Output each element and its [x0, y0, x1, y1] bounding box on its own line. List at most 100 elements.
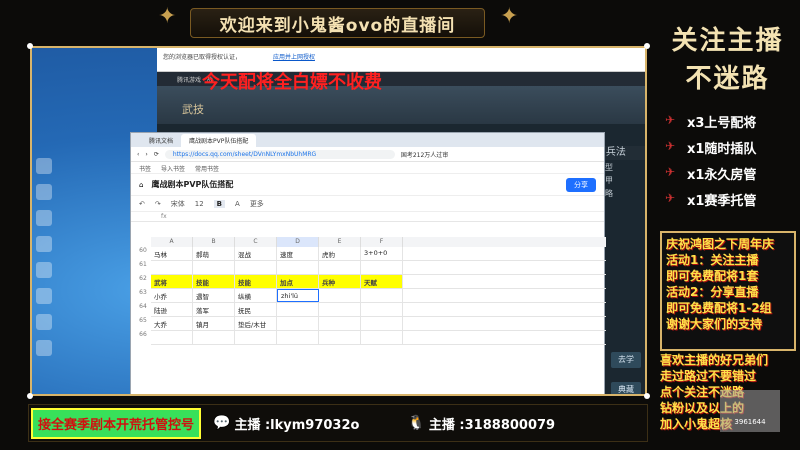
table-cell[interactable]: 大乔: [151, 317, 193, 330]
table-cell[interactable]: [277, 331, 319, 344]
table-cell[interactable]: [193, 331, 235, 344]
desktop-app-icon[interactable]: [36, 262, 52, 278]
row-number[interactable]: 61: [135, 261, 151, 268]
col-e[interactable]: E: [319, 237, 361, 247]
bookmark-item[interactable]: 导入书签: [161, 164, 185, 173]
tab-tencent-docs[interactable]: 腾讯文档: [141, 134, 181, 147]
bookmark-item[interactable]: 书签: [139, 164, 151, 173]
table-cell[interactable]: 加点: [277, 275, 319, 288]
table-cell[interactable]: zhi'lü: [277, 289, 319, 302]
table-cell[interactable]: [361, 289, 403, 302]
col-a[interactable]: A: [151, 237, 193, 247]
forward-icon[interactable]: ›: [145, 151, 147, 158]
desktop-app-icon[interactable]: [36, 184, 52, 200]
deer-right-icon: ✦: [500, 4, 519, 29]
more-button[interactable]: 更多: [250, 199, 264, 209]
table-cell[interactable]: 垫后/木甘: [235, 317, 277, 330]
table-cell[interactable]: 遇智: [193, 289, 235, 302]
table-cell[interactable]: [193, 261, 235, 274]
table-cell[interactable]: [277, 317, 319, 330]
table-cell[interactable]: 镇月: [193, 317, 235, 330]
table-cell[interactable]: [319, 261, 361, 274]
font-color-button[interactable]: A: [235, 200, 240, 208]
url-field[interactable]: https://docs.qq.com/sheet/DVnNLYmxNbUhMR…: [164, 149, 395, 159]
table-cell[interactable]: [235, 331, 277, 344]
learn-button[interactable]: 去学: [611, 352, 641, 368]
table-cell[interactable]: 武将: [151, 275, 193, 288]
table-cell[interactable]: [319, 289, 361, 302]
perk-item: ✈ x1赛季托管: [665, 186, 795, 212]
table-cell[interactable]: 郝萌: [193, 247, 235, 260]
row-number[interactable]: 60: [135, 247, 151, 254]
collection-button[interactable]: 典藏: [611, 382, 641, 394]
rocket-icon: ✈: [665, 113, 676, 127]
undo-icon[interactable]: ↶: [139, 200, 145, 208]
table-cell[interactable]: 速度: [277, 247, 319, 260]
auth-link[interactable]: 应用并上网授权: [273, 54, 315, 61]
bookmark-item[interactable]: 常用书签: [195, 164, 219, 173]
share-button[interactable]: 分享: [566, 177, 596, 192]
desktop-app-icon[interactable]: [36, 314, 52, 330]
col-f[interactable]: F: [361, 237, 403, 247]
table-cell[interactable]: [319, 317, 361, 330]
font-size-select[interactable]: 12: [195, 200, 204, 208]
desktop-app-icon[interactable]: [36, 236, 52, 252]
table-cell[interactable]: 虎豹: [319, 247, 361, 260]
news-link[interactable]: 国考212万人过审: [401, 150, 448, 159]
table-cell[interactable]: [361, 261, 403, 274]
font-select[interactable]: 宋体: [171, 199, 185, 209]
redo-icon[interactable]: ↷: [155, 200, 161, 208]
row-number[interactable]: 64: [135, 303, 151, 310]
table-cell[interactable]: [277, 303, 319, 316]
table-cell[interactable]: 技能: [193, 275, 235, 288]
address-bar-row: ‹ › ⟳ https://docs.qq.com/sheet/DVnNLYmx…: [131, 147, 604, 162]
col-b[interactable]: B: [193, 237, 235, 247]
table-cell[interactable]: 陆逊: [151, 303, 193, 316]
table-cell[interactable]: 马林: [151, 247, 193, 260]
perk-item: ✈ x3上号配将: [665, 108, 795, 134]
row-number[interactable]: 65: [135, 317, 151, 324]
row-number[interactable]: 66: [135, 331, 151, 338]
spreadsheet-grid[interactable]: A B C D E F 60 马林 郝萌 混战 速度 虎豹 3+0+0 61 62 武将 技能 技能加…: [139, 237, 606, 394]
wechat-icon: 💬: [213, 415, 231, 431]
col-c[interactable]: C: [235, 237, 277, 247]
table-cell[interactable]: 技能: [235, 275, 277, 288]
table-cell[interactable]: 兵种: [319, 275, 361, 288]
desktop-app-icon[interactable]: [36, 288, 52, 304]
table-row: 64 陆逊 落军 抚民: [139, 303, 606, 317]
row-number[interactable]: 62: [135, 275, 151, 282]
contact-bar: 接全赛季剧本开荒托管控号 💬 主播 :lkym97032o 🐧 主播 :3188…: [28, 404, 648, 442]
desktop-icons[interactable]: [36, 158, 54, 366]
table-cell[interactable]: [151, 331, 193, 344]
table-cell[interactable]: 天赋: [361, 275, 403, 288]
table-cell[interactable]: [361, 331, 403, 344]
desktop-app-icon[interactable]: [36, 340, 52, 356]
table-cell[interactable]: 抚民: [235, 303, 277, 316]
table-cell[interactable]: [361, 303, 403, 316]
back-icon[interactable]: ‹: [137, 151, 139, 158]
promo-line: 即可免费配将1套: [666, 269, 759, 283]
col-d[interactable]: D: [277, 237, 319, 247]
table-cell[interactable]: [277, 261, 319, 274]
table-cell[interactable]: 3+0+0: [361, 247, 403, 260]
table-cell[interactable]: 混战: [235, 247, 277, 260]
table-cell[interactable]: [235, 261, 277, 274]
home-icon[interactable]: ⌂: [139, 181, 143, 189]
refresh-icon[interactable]: ⟳: [154, 151, 159, 158]
bold-button[interactable]: B: [213, 199, 226, 208]
formula-bar[interactable]: fx: [131, 212, 604, 222]
table-cell[interactable]: [361, 317, 403, 330]
table-row: 66: [139, 331, 606, 345]
desktop-app-icon[interactable]: [36, 210, 52, 226]
table-cell[interactable]: [319, 303, 361, 316]
desktop-app-icon[interactable]: [36, 158, 52, 174]
table-cell[interactable]: 小乔: [151, 289, 193, 302]
table-cell[interactable]: [151, 261, 193, 274]
row-number[interactable]: 63: [135, 289, 151, 296]
tab-sheet[interactable]: 鹰战剧本PVP队伍搭配: [181, 134, 257, 147]
doc-title[interactable]: 鹰战剧本PVP队伍搭配: [151, 179, 233, 190]
table-row: 62 武将 技能 技能 加点 兵种 天赋: [139, 275, 606, 289]
table-cell[interactable]: 纵横: [235, 289, 277, 302]
table-cell[interactable]: 落军: [193, 303, 235, 316]
table-cell[interactable]: [319, 331, 361, 344]
